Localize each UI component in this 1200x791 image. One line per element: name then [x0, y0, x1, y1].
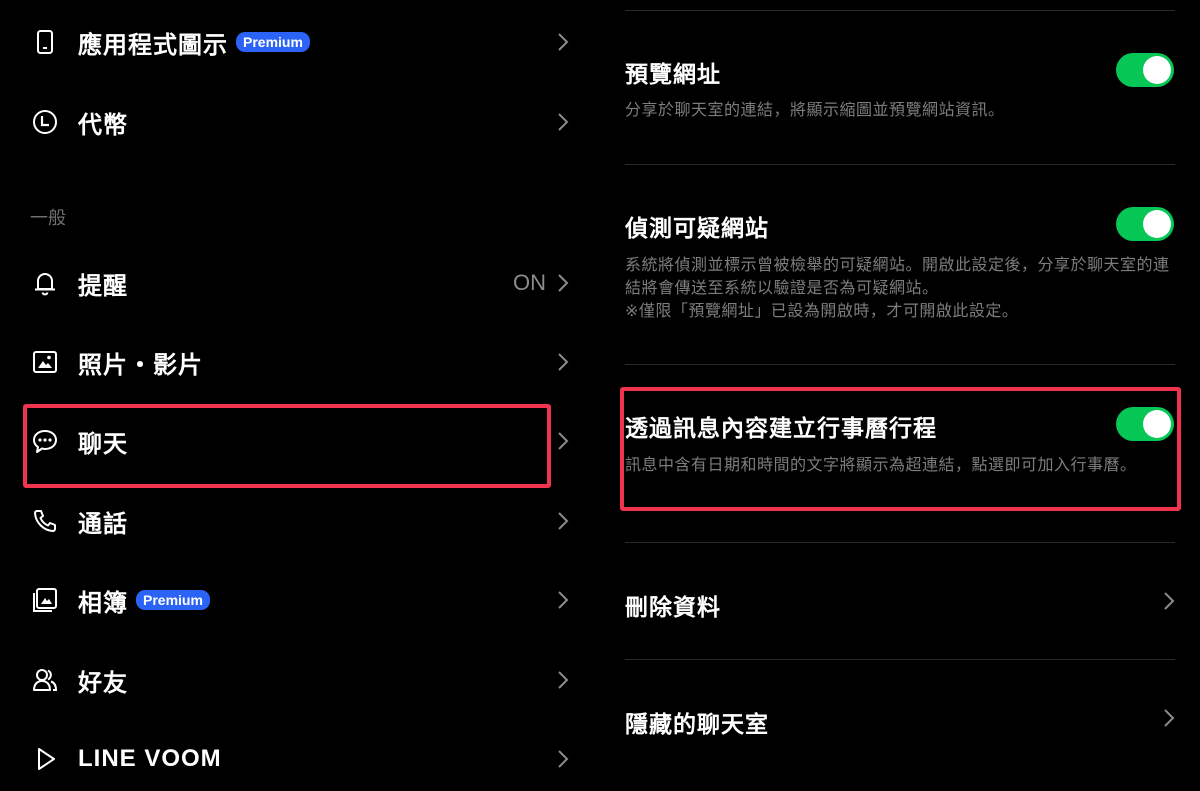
- menu-item-photos-videos[interactable]: 照片・影片: [0, 330, 600, 394]
- menu-item-label: 相簿 Premium: [78, 583, 210, 618]
- chevron-right-icon: [1164, 592, 1175, 610]
- menu-item-calls[interactable]: 通話: [0, 489, 600, 553]
- photo-icon: [30, 347, 60, 377]
- menu-item-hidden-chats[interactable]: 隱藏的聊天室: [625, 705, 769, 739]
- toggle-preview-url[interactable]: [1116, 53, 1174, 87]
- menu-item-chats[interactable]: 聊天: [0, 409, 600, 473]
- setting-description: 系統將偵測並標示曾被檢舉的可疑網站。開啟此設定後，分享於聊天室的連結將會傳送至系…: [625, 255, 1170, 320]
- menu-item-albums[interactable]: 相簿 Premium: [0, 568, 600, 632]
- clock-coin-icon: [30, 107, 60, 137]
- setting-title-detect-suspicious: 偵測可疑網站: [625, 216, 769, 242]
- status-value: ON: [513, 270, 546, 295]
- setting-description: 訊息中含有日期和時間的文字將顯示為超連結，點選即可加入行事曆。: [625, 455, 1137, 474]
- friends-icon: [30, 665, 60, 695]
- setting-title-preview-url: 預覽網址: [625, 62, 721, 88]
- chevron-right-icon: [558, 113, 569, 131]
- menu-item-label: 應用程式圖示 Premium: [78, 25, 310, 60]
- chevron-right-icon: [558, 750, 569, 768]
- toggle-knob: [1143, 56, 1171, 84]
- chevron-right-icon: [1164, 709, 1175, 727]
- phone-icon: [30, 506, 60, 536]
- chevron-right-icon: [558, 512, 569, 530]
- chevron-right-icon: [558, 671, 569, 689]
- album-icon: [30, 585, 60, 615]
- chevron-right-icon: [558, 591, 569, 609]
- toggle-calendar-events[interactable]: [1116, 407, 1174, 441]
- section-header-general: 一般: [30, 208, 66, 229]
- menu-item-line-voom[interactable]: LINE VOOM: [0, 727, 600, 791]
- menu-item-delete-data[interactable]: 刪除資料: [625, 588, 721, 622]
- divider: [625, 164, 1175, 165]
- menu-item-label: 代幣: [78, 110, 128, 139]
- setting-description: 分享於聊天室的連結，將顯示縮圖並預覽網站資訊。: [625, 100, 1005, 119]
- chevron-right-icon: [558, 274, 569, 292]
- settings-menu-panel: 應用程式圖示 Premium 代幣 一般 提醒 ON 照片・影片 聊天 通話 相…: [0, 0, 600, 772]
- divider: [625, 659, 1175, 660]
- menu-item-label: 聊天: [78, 429, 128, 458]
- bell-icon: [30, 268, 60, 298]
- chat-bubble-icon: [30, 426, 60, 456]
- menu-item-label: 通話: [78, 509, 128, 538]
- phone-device-icon: [30, 27, 60, 57]
- menu-item-app-icon[interactable]: 應用程式圖示 Premium: [0, 10, 600, 74]
- premium-badge: Premium: [236, 32, 310, 52]
- toggle-knob: [1143, 210, 1171, 238]
- premium-badge: Premium: [136, 590, 210, 610]
- menu-item-label: 提醒: [78, 271, 128, 300]
- divider: [625, 10, 1175, 11]
- menu-item-label: 好友: [78, 668, 128, 697]
- divider: [625, 364, 1175, 365]
- toggle-knob: [1143, 410, 1171, 438]
- menu-item-friends[interactable]: 好友: [0, 648, 600, 712]
- setting-title-calendar-events: 透過訊息內容建立行事曆行程: [625, 416, 937, 442]
- menu-item-label: 照片・影片: [78, 350, 203, 379]
- menu-item-notifications[interactable]: 提醒 ON: [0, 251, 600, 315]
- menu-item-label: LINE VOOM: [78, 745, 222, 772]
- divider: [625, 542, 1175, 543]
- chevron-right-icon: [558, 353, 569, 371]
- menu-item-coins[interactable]: 代幣: [0, 90, 600, 154]
- chevron-right-icon: [558, 33, 569, 51]
- chevron-right-icon: [558, 432, 569, 450]
- voom-icon: [30, 744, 60, 774]
- toggle-detect-suspicious[interactable]: [1116, 207, 1174, 241]
